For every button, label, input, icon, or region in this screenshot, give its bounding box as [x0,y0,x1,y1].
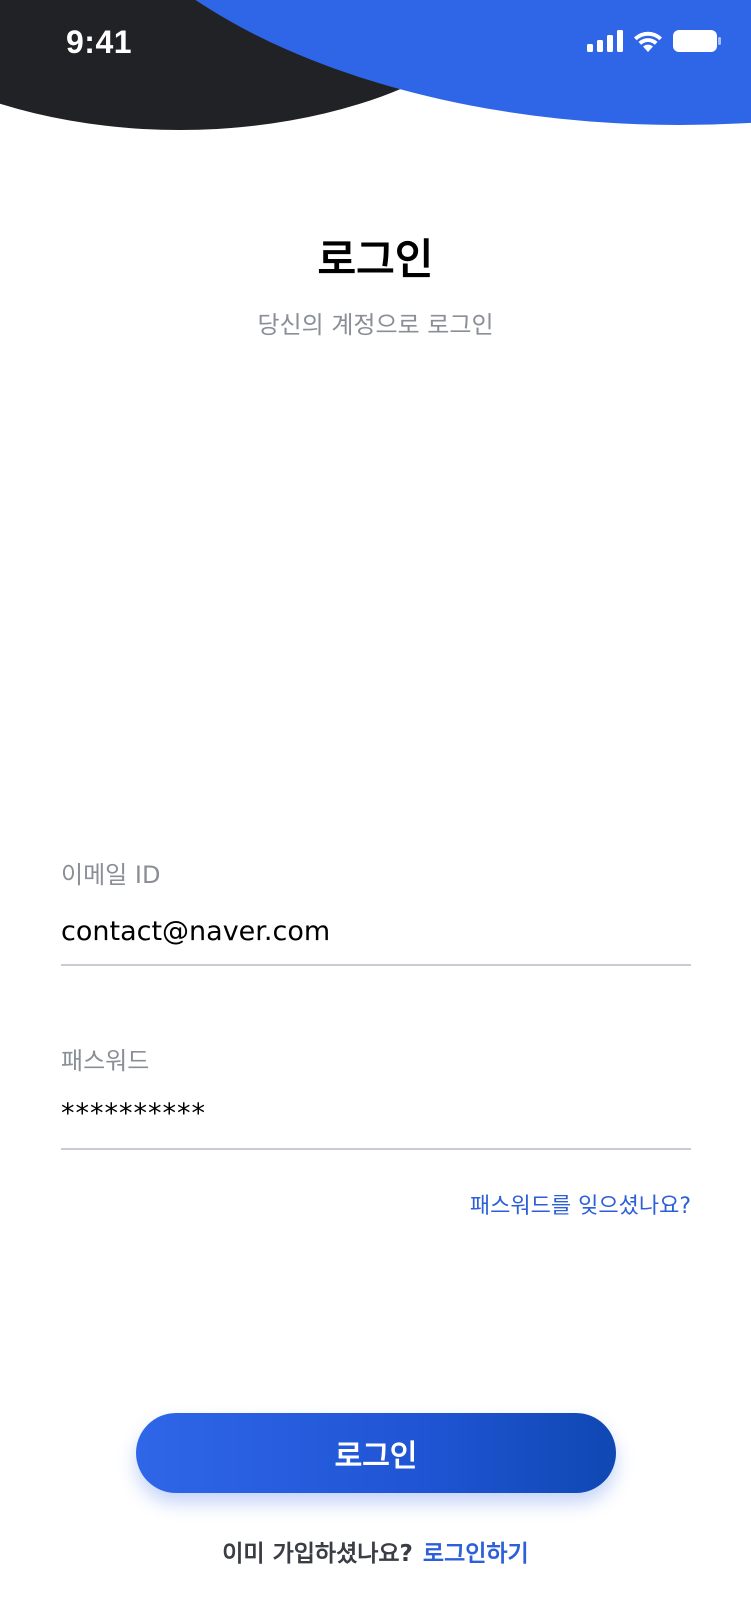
email-underline [61,964,691,966]
password-underline [61,1148,691,1150]
signin-prompt: 이미 가입하셨나요? 로그인하기 [0,1534,751,1568]
login-button[interactable]: 로그인 [136,1413,616,1493]
signin-link[interactable]: 로그인하기 [423,1541,529,1567]
password-label: 패스워드 [61,1047,150,1075]
page-subtitle: 당신의 계정으로 로그인 [257,311,494,339]
login-screen: 9:41 로그인 당신의 계정으로 로그인 이메일 ID contact@nav… [0,0,751,1624]
status-time: 9:41 [66,24,133,60]
password-input[interactable] [61,1094,691,1134]
forgot-password-link[interactable]: 패스워드를 잊으셨나요? [470,1188,691,1220]
email-field: 이메일 ID [61,858,691,966]
password-field: 패스워드 [61,1044,691,1150]
status-icons [587,30,721,52]
email-input[interactable] [61,912,691,952]
battery-icon [673,30,721,52]
signin-question: 이미 가입하셨나요? [222,1541,413,1567]
wifi-icon [633,30,663,52]
email-label: 이메일 ID [61,861,161,889]
page-title: 로그인 [317,235,434,284]
signal-icon [587,30,623,52]
